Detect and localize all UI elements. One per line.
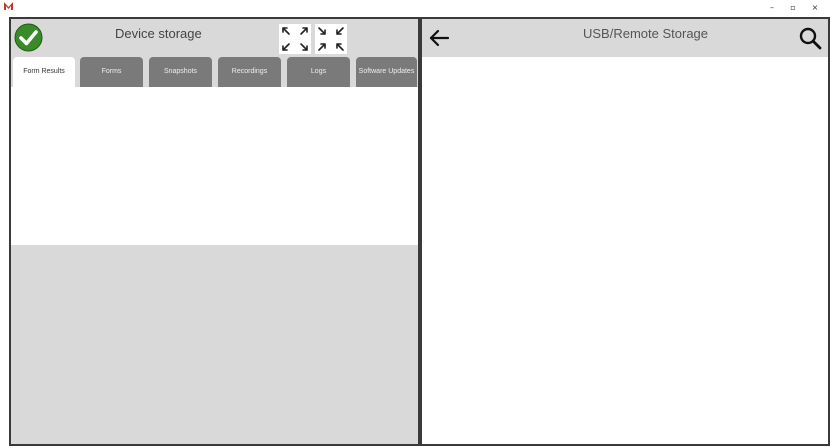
remote-storage-list [422, 57, 828, 444]
tab-recordings[interactable]: Recordings [218, 57, 281, 87]
collapse-button[interactable] [315, 24, 347, 54]
app-logo-icon [4, 2, 13, 10]
remote-storage-header: USB/Remote Storage [422, 19, 828, 57]
expand-button[interactable] [279, 24, 311, 54]
maximize-button[interactable]: ▫ [786, 2, 800, 14]
device-storage-pane: Device storage Form Results Forms Snapsh… [9, 17, 420, 446]
device-storage-title: Device storage [115, 26, 202, 41]
minimize-button[interactable]: – [765, 2, 779, 14]
expand-arrows-icon [282, 27, 308, 51]
app-window: – ▫ × Device storage Form Results Forms … [0, 0, 831, 448]
device-storage-header: Device storage [11, 19, 418, 57]
tab-forms[interactable]: Forms [80, 57, 143, 87]
arrow-left-icon[interactable] [428, 27, 450, 49]
tab-label: Forms [101, 68, 122, 75]
collapse-arrows-icon [318, 27, 344, 51]
tab-label: Form Results [23, 68, 65, 75]
close-button[interactable]: × [808, 2, 822, 14]
storage-tabs: Form Results Forms Snapshots Recordings … [11, 57, 418, 87]
tab-label: Recordings [231, 68, 268, 75]
check-circle-icon[interactable] [14, 23, 43, 52]
tab-label: Snapshots [163, 68, 198, 75]
tab-form-results[interactable]: Form Results [13, 57, 75, 87]
tab-snapshots[interactable]: Snapshots [149, 57, 212, 87]
tab-label: Logs [310, 68, 327, 75]
tab-logs[interactable]: Logs [287, 57, 350, 87]
tab-label: Software Updates [358, 68, 415, 75]
tab-software-updates[interactable]: Software Updates [356, 57, 417, 87]
search-icon[interactable] [798, 26, 822, 50]
remote-storage-title: USB/Remote Storage [583, 26, 709, 41]
remote-storage-pane: USB/Remote Storage [420, 17, 830, 446]
form-results-list [11, 87, 418, 245]
title-bar: – ▫ × [0, 0, 831, 17]
